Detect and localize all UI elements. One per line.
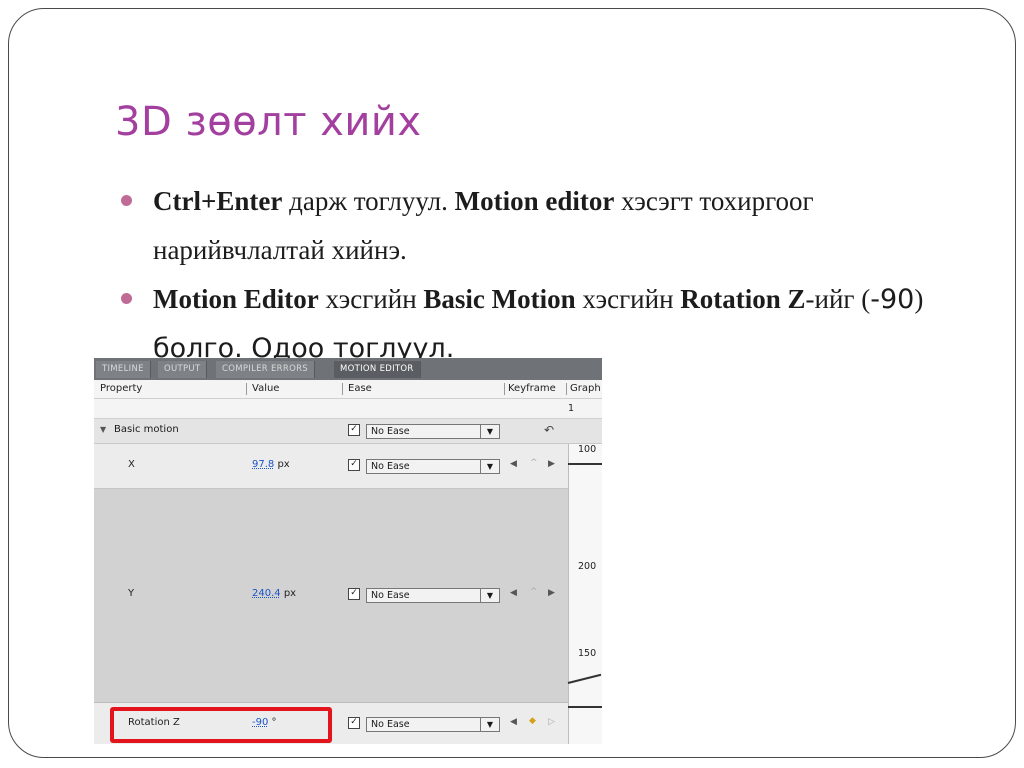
graph-label: 100 — [578, 444, 597, 455]
ease-checkbox[interactable]: ✓ — [348, 588, 360, 600]
motion-editor-panel: TIMELINE OUTPUT COMPILER ERRORS MOTION E… — [94, 358, 602, 744]
property-row-x[interactable]: X 97.8 px ✓ No Ease ▼ ◀ ^ ▶ — [94, 444, 568, 489]
add-keyframe-icon[interactable]: ^ — [530, 458, 538, 468]
property-row-y[interactable]: Y 240.4 px ✓ No Ease ▼ ◀ ^ ▶ — [94, 489, 568, 703]
ease-select[interactable]: No Ease ▼ — [366, 459, 500, 474]
ease-checkbox[interactable]: ✓ — [348, 459, 360, 471]
next-keyframe-icon[interactable]: ▶ — [548, 459, 555, 469]
frame-number: 1 — [568, 403, 575, 414]
column-property[interactable]: Property — [100, 383, 142, 394]
property-value[interactable]: 97.8 px — [252, 459, 290, 470]
next-keyframe-icon[interactable]: ▶ — [548, 588, 555, 598]
property-name: Y — [128, 588, 135, 599]
column-header-row: Property Value Ease Keyframe Graph — [94, 380, 602, 399]
chevron-down-icon: ▼ — [480, 425, 499, 438]
add-keyframe-icon[interactable]: ^ — [530, 587, 538, 597]
group-label: Basic motion — [114, 424, 179, 435]
property-name: X — [128, 459, 135, 470]
column-graph[interactable]: Graph — [570, 383, 601, 394]
frame-ruler[interactable]: 1 — [94, 399, 602, 419]
prev-keyframe-icon[interactable]: ◀ — [510, 459, 517, 469]
column-value[interactable]: Value — [252, 383, 279, 394]
ease-checkbox[interactable]: ✓ — [348, 717, 360, 729]
property-value[interactable]: 240.4 px — [252, 588, 296, 599]
graph-curve-x — [568, 463, 602, 465]
ease-select[interactable]: No Ease ▼ — [366, 588, 500, 603]
triangle-down-icon[interactable]: ▼ — [100, 425, 106, 434]
basic-motion-group-row[interactable]: ▼ Basic motion ✓ No Ease ▼ ↶ — [94, 419, 602, 444]
graph-area[interactable] — [568, 444, 602, 744]
bullet-item-1: Ctrl+Enter дарж тоглуул. Motion editor х… — [117, 177, 937, 275]
prev-keyframe-icon[interactable]: ◀ — [510, 588, 517, 598]
bullet-list: Ctrl+Enter дарж тоглуул. Motion editor х… — [117, 177, 937, 373]
tab-motion-editor[interactable]: MOTION EDITOR — [334, 361, 421, 378]
chevron-down-icon: ▼ — [480, 718, 499, 731]
group-ease-select[interactable]: No Ease ▼ — [366, 424, 500, 439]
column-keyframe[interactable]: Keyframe — [508, 383, 556, 394]
panel-tab-bar: TIMELINE OUTPUT COMPILER ERRORS MOTION E… — [94, 358, 602, 380]
chevron-down-icon: ▼ — [480, 460, 499, 473]
group-ease-checkbox[interactable]: ✓ — [348, 424, 360, 436]
tab-output[interactable]: OUTPUT — [158, 361, 208, 378]
ease-select[interactable]: No Ease ▼ — [366, 717, 500, 732]
graph-curve-rotation — [568, 706, 602, 708]
prev-keyframe-icon[interactable]: ◀ — [510, 717, 517, 727]
next-keyframe-icon[interactable]: ▷ — [548, 717, 555, 727]
graph-label: 150 — [578, 648, 597, 659]
tab-compiler-errors[interactable]: COMPILER ERRORS — [216, 361, 315, 378]
column-ease[interactable]: Ease — [348, 383, 372, 394]
reset-icon[interactable]: ↶ — [544, 423, 554, 437]
slide-title: 3D зөөлт хийх — [115, 99, 422, 145]
graph-label: 200 — [578, 561, 597, 572]
highlight-box — [110, 707, 332, 743]
chevron-down-icon: ▼ — [480, 589, 499, 602]
keyframe-diamond-icon[interactable]: ◆ — [529, 716, 536, 726]
tab-timeline[interactable]: TIMELINE — [96, 361, 151, 378]
